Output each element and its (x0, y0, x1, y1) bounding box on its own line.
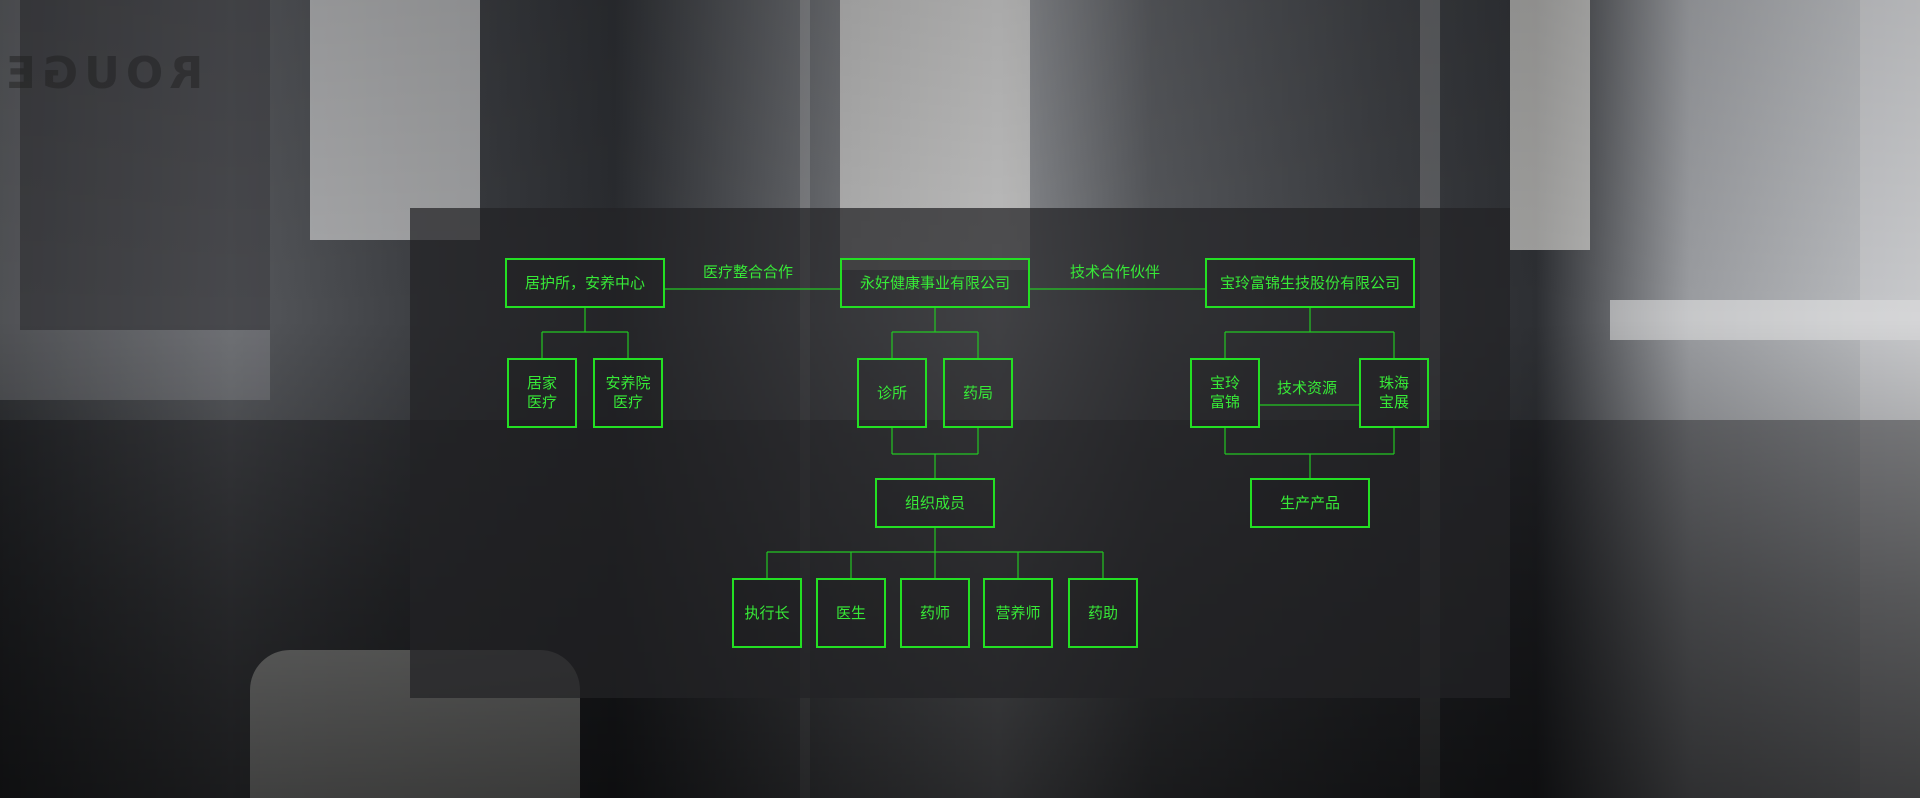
node-nutritionist: 营养师 (983, 578, 1053, 648)
node-zhuhai-baozhan: 珠海 宝展 (1359, 358, 1429, 428)
edge-label-tech-resources: 技术资源 (1277, 379, 1338, 397)
node-pharmacy: 药局 (943, 358, 1013, 428)
node-baoling-company: 宝玲富锦生技股份有限公司 (1205, 258, 1415, 308)
node-nursing-home-care: 安养院 医疗 (593, 358, 663, 428)
node-home-care: 居家 医疗 (507, 358, 577, 428)
node-clinic: 诊所 (857, 358, 927, 428)
node-members: 组织成员 (875, 478, 995, 528)
node-baoling-fujin: 宝玲 富锦 (1190, 358, 1260, 428)
node-pharmacist: 药师 (900, 578, 970, 648)
node-products: 生产产品 (1250, 478, 1370, 528)
node-care-center: 居护所，安养中心 (505, 258, 665, 308)
org-diagram: 医疗整合合作 技术合作伙伴 技术资源 居护所，安养中心 居家 医疗 安养院 医疗… (0, 0, 1920, 798)
edge-label-medical-integration: 医疗整合合作 (703, 263, 794, 281)
node-pharmacy-assistant: 药助 (1068, 578, 1138, 648)
node-yonghao-company: 永好健康事业有限公司 (840, 258, 1030, 308)
node-doctor: 医生 (816, 578, 886, 648)
edge-label-tech-partner: 技术合作伙伴 (1070, 263, 1161, 281)
node-ceo: 执行长 (732, 578, 802, 648)
